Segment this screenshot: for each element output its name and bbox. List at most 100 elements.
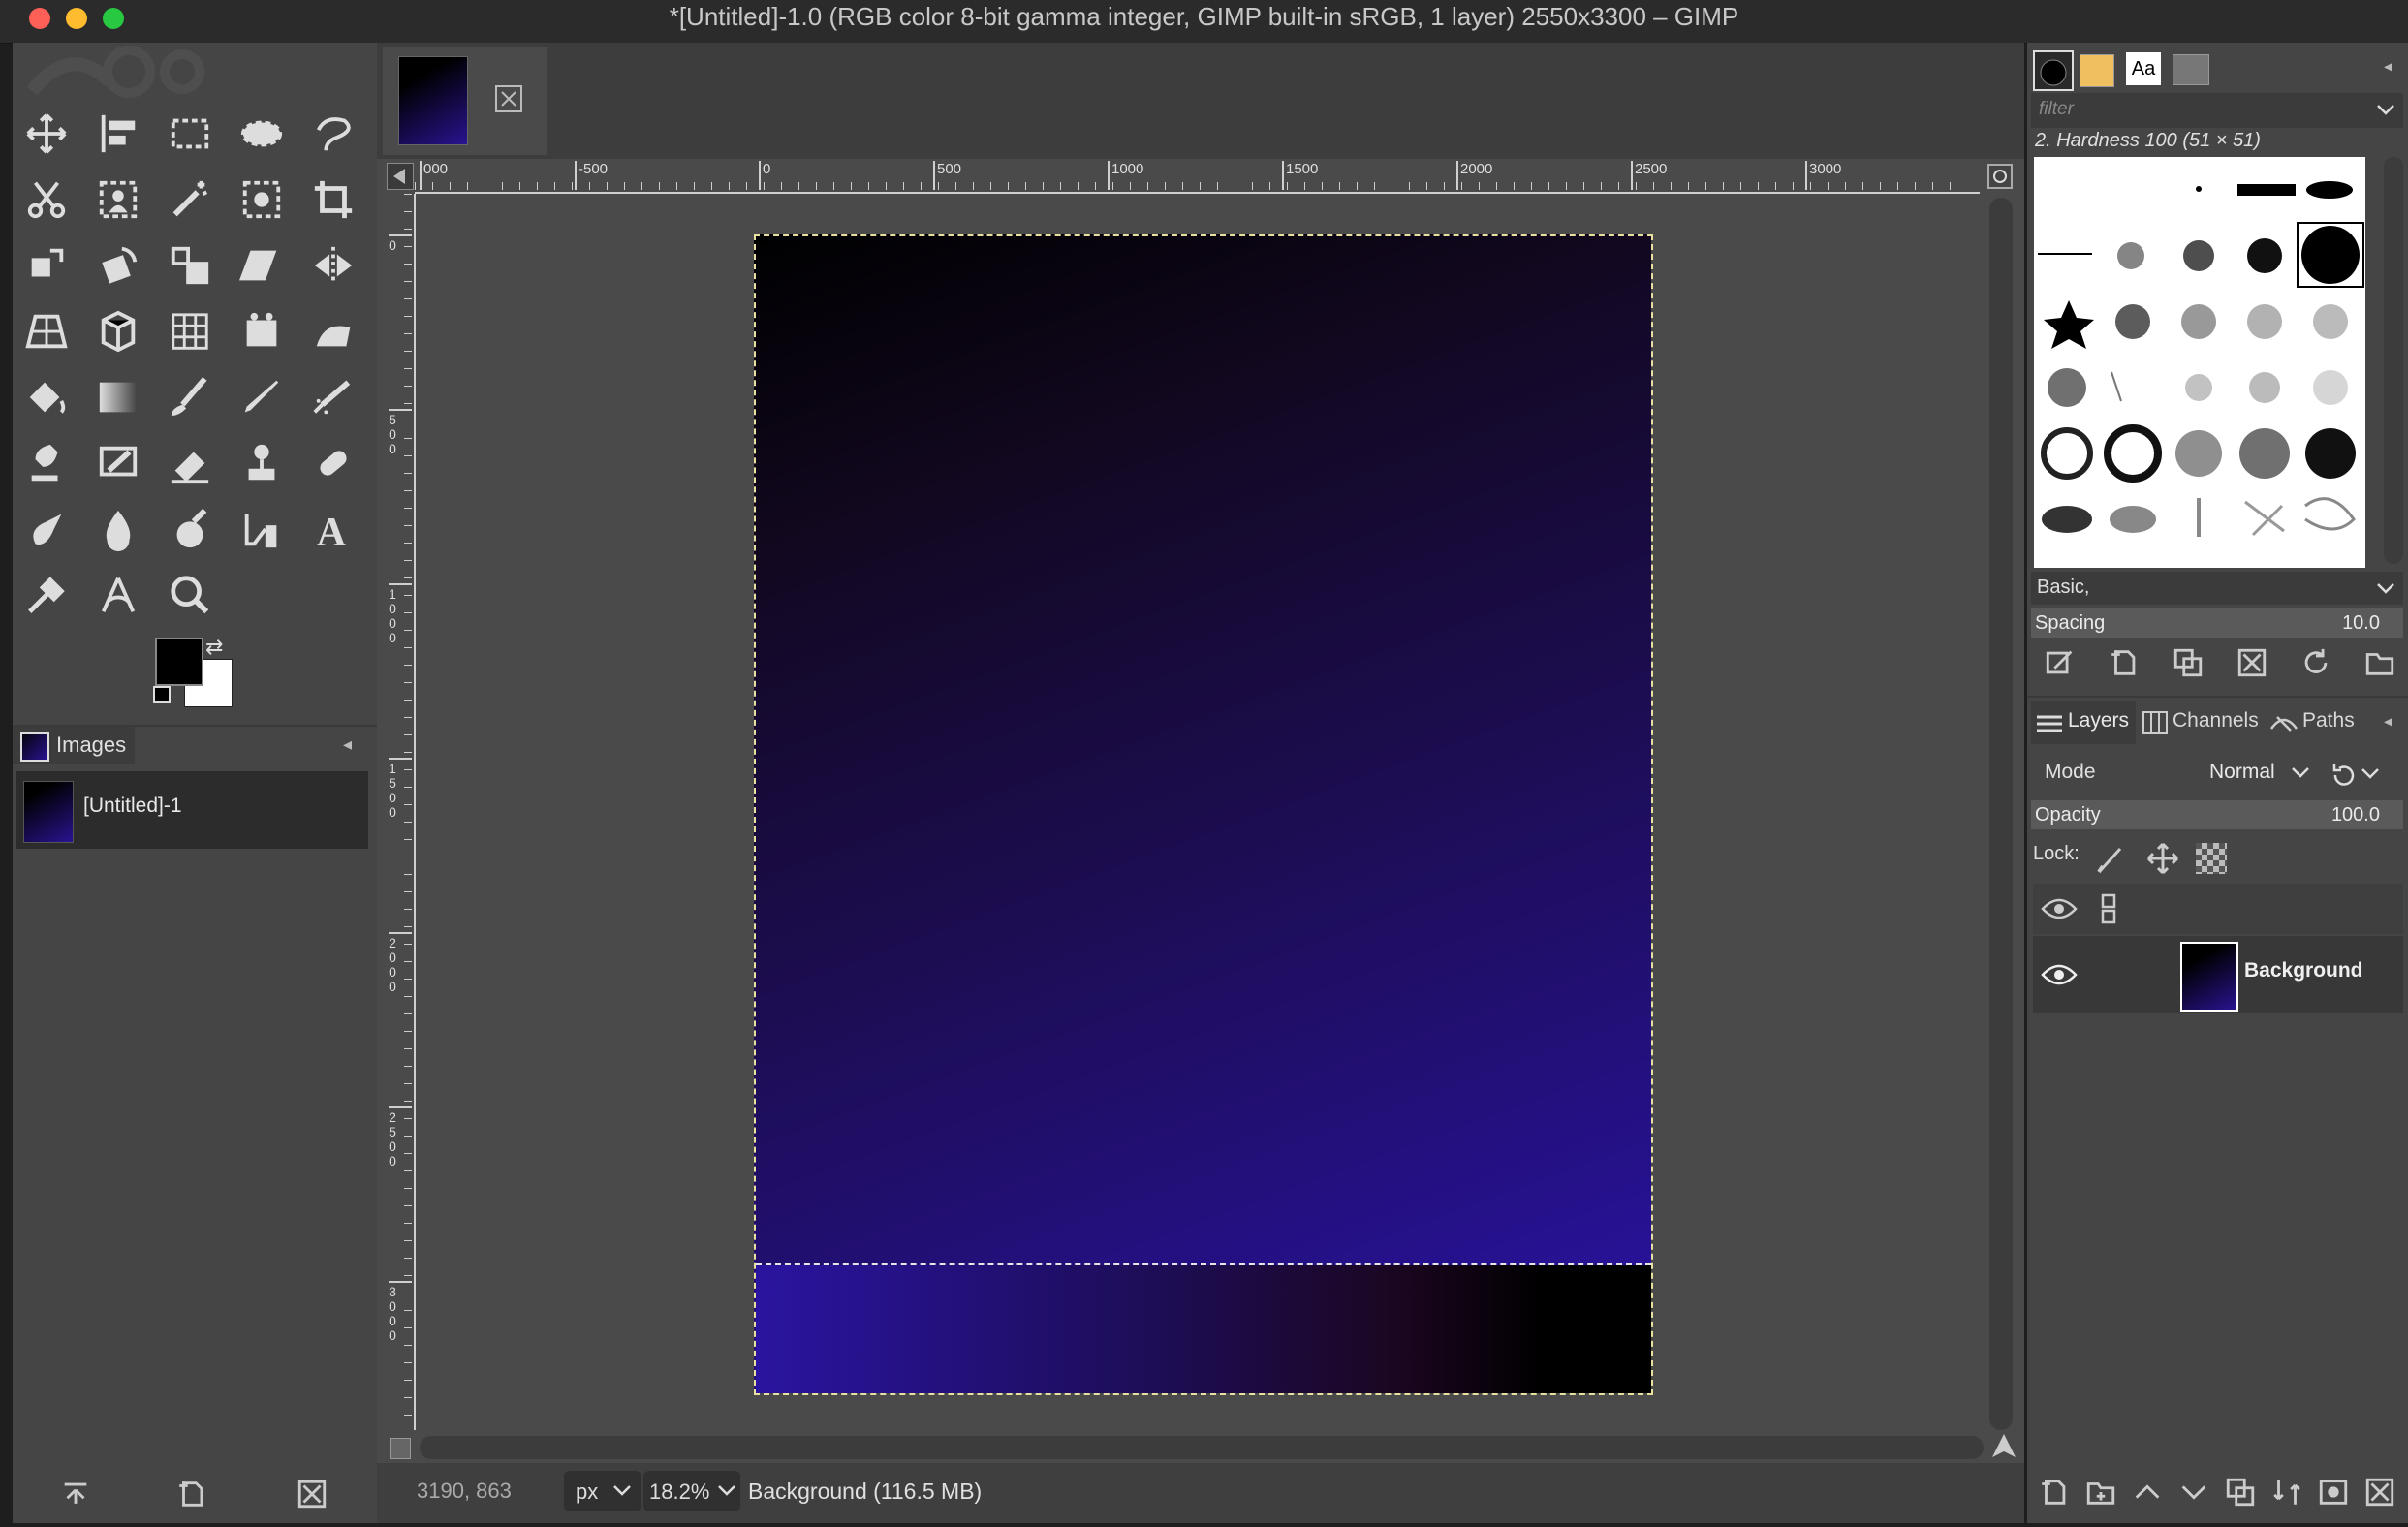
rect-select-tool[interactable] <box>161 105 219 163</box>
smudge-tool[interactable] <box>17 500 76 558</box>
path-tool[interactable] <box>233 500 291 558</box>
airbrush-tool[interactable] <box>304 368 362 426</box>
brush-tag-input[interactable]: Basic, <box>2031 572 2403 605</box>
perspective-tool[interactable] <box>17 302 76 360</box>
panel-menu-icon[interactable]: ◂ <box>2384 711 2392 732</box>
align-tool[interactable] <box>89 105 147 163</box>
brush-scrollbar[interactable] <box>2384 157 2403 564</box>
ruler-minor-tick <box>1426 182 1427 190</box>
tab-images-dock[interactable] <box>2173 54 2209 85</box>
clone-tool[interactable] <box>233 434 291 492</box>
gradient-tool[interactable] <box>89 368 147 426</box>
vertical-ruler[interactable]: 0 500 1000 1500 2000 2500 3000 <box>387 194 416 1430</box>
unit-select[interactable]: px <box>564 1471 641 1511</box>
raise-layer-button[interactable] <box>2126 1471 2169 1513</box>
blur-tool[interactable] <box>89 500 147 558</box>
tab-layers[interactable]: Layers <box>2031 701 2136 744</box>
list-item[interactable]: [Untitled]-1 <box>16 771 368 849</box>
3d-transform-tool[interactable] <box>89 302 147 360</box>
horizontal-scrollbar[interactable] <box>420 1436 1984 1459</box>
tab-images[interactable]: Images <box>13 727 135 764</box>
lock-alpha-icon[interactable] <box>2196 843 2227 874</box>
default-colors-icon[interactable] <box>153 686 171 703</box>
brush-grid[interactable] <box>2034 157 2365 568</box>
brush-previews <box>2038 181 2364 537</box>
ellipse-select-tool[interactable] <box>233 105 291 163</box>
swap-colors-icon[interactable]: ⇄ <box>205 635 223 660</box>
new-brush-button[interactable] <box>2103 641 2145 684</box>
mypaint-brush-tool[interactable] <box>89 434 147 492</box>
duplicate-brush-button[interactable] <box>2167 641 2209 684</box>
unified-transform-tool[interactable] <box>17 236 76 295</box>
zoom-select[interactable]: 18.2% <box>643 1471 740 1511</box>
scissors-select-tool[interactable] <box>17 171 76 229</box>
opacity-slider[interactable]: Opacity 100.0 <box>2031 800 2403 829</box>
navigate-icon[interactable] <box>1989 1432 2018 1461</box>
handle-transform-tool[interactable] <box>233 302 291 360</box>
foreground-color-swatch[interactable] <box>155 638 203 686</box>
pencil-tool[interactable] <box>233 368 291 426</box>
table-row[interactable]: Background <box>2033 936 2403 1013</box>
horizontal-ruler[interactable]: 000 -500 0 500 1000 1500 2000 2500 3000 <box>415 159 1980 194</box>
heal-tool[interactable] <box>304 434 362 492</box>
foreground-select-tool[interactable] <box>89 171 147 229</box>
panel-menu-icon[interactable]: ◂ <box>343 734 352 755</box>
move-tool[interactable] <box>17 105 76 163</box>
delete-layer-button[interactable] <box>2359 1471 2401 1513</box>
brush-filter-input[interactable]: filter <box>2031 93 2403 128</box>
switch-mode-button[interactable] <box>2326 758 2384 793</box>
vertical-scrollbar[interactable] <box>1989 198 2013 1430</box>
panel-menu-icon[interactable]: ◂ <box>2384 56 2392 77</box>
layer-mask-button[interactable] <box>2312 1471 2355 1513</box>
edit-brush-button[interactable] <box>2039 641 2081 684</box>
spacing-slider[interactable]: Spacing 10.0 <box>2031 608 2403 638</box>
shear-tool[interactable] <box>233 236 291 295</box>
ruler-tick <box>1456 161 1458 190</box>
flip-tool[interactable] <box>304 236 362 295</box>
warp-transform-tool[interactable] <box>161 302 219 360</box>
tab-channels[interactable]: Channels <box>2138 701 2266 744</box>
new-display-button[interactable] <box>171 1473 213 1515</box>
tab-fonts[interactable]: Aa <box>2126 52 2161 85</box>
new-layer-button[interactable] <box>2033 1471 2076 1513</box>
bucket-fill-tool[interactable] <box>17 368 76 426</box>
tab-brushes[interactable] <box>2033 50 2074 91</box>
delete-brush-button[interactable] <box>2231 641 2273 684</box>
select-by-color-tool[interactable] <box>233 171 291 229</box>
raise-display-button[interactable] <box>54 1473 97 1515</box>
close-tab-icon[interactable] <box>495 85 522 112</box>
scale-tool[interactable] <box>161 236 219 295</box>
merge-layer-button[interactable] <box>2266 1471 2308 1513</box>
delete-display-button[interactable] <box>291 1473 333 1515</box>
fuzzy-select-tool[interactable] <box>161 171 219 229</box>
mode-select[interactable]: Normal <box>2200 754 2316 793</box>
duplicate-layer-button[interactable] <box>2219 1471 2262 1513</box>
ink-tool[interactable] <box>17 434 76 492</box>
eraser-tool[interactable] <box>161 434 219 492</box>
quick-mask-corner[interactable] <box>387 163 414 190</box>
new-layer-group-button[interactable] <box>2080 1471 2122 1513</box>
open-brush-button[interactable] <box>2359 641 2401 684</box>
lock-position-icon[interactable] <box>2145 841 2180 876</box>
ruler-minor-tick <box>1897 182 1898 190</box>
text-tool[interactable]: A <box>304 500 362 558</box>
toggle-quickmask-button[interactable] <box>390 1438 411 1459</box>
lower-layer-button[interactable] <box>2173 1471 2215 1513</box>
cage-transform-tool[interactable] <box>304 302 362 360</box>
free-select-tool[interactable] <box>304 105 362 163</box>
tab-patterns[interactable] <box>2080 54 2114 87</box>
lock-pixels-icon[interactable] <box>2095 843 2126 874</box>
rotate-tool[interactable] <box>89 236 147 295</box>
measure-tool[interactable] <box>89 566 147 624</box>
zoom-tool[interactable] <box>161 566 219 624</box>
zoom-image-icon[interactable] <box>1986 163 2014 190</box>
crop-tool[interactable] <box>304 171 362 229</box>
color-picker-tool[interactable] <box>17 566 76 624</box>
visibility-eye-icon[interactable] <box>2041 961 2078 988</box>
dodge-burn-tool[interactable] <box>161 500 219 558</box>
paintbrush-tool[interactable] <box>161 368 219 426</box>
ruler-label: 0 <box>763 161 771 177</box>
tab-paths[interactable]: Paths <box>2267 701 2364 744</box>
refresh-brushes-button[interactable] <box>2295 641 2337 684</box>
image-tab[interactable] <box>383 47 547 155</box>
